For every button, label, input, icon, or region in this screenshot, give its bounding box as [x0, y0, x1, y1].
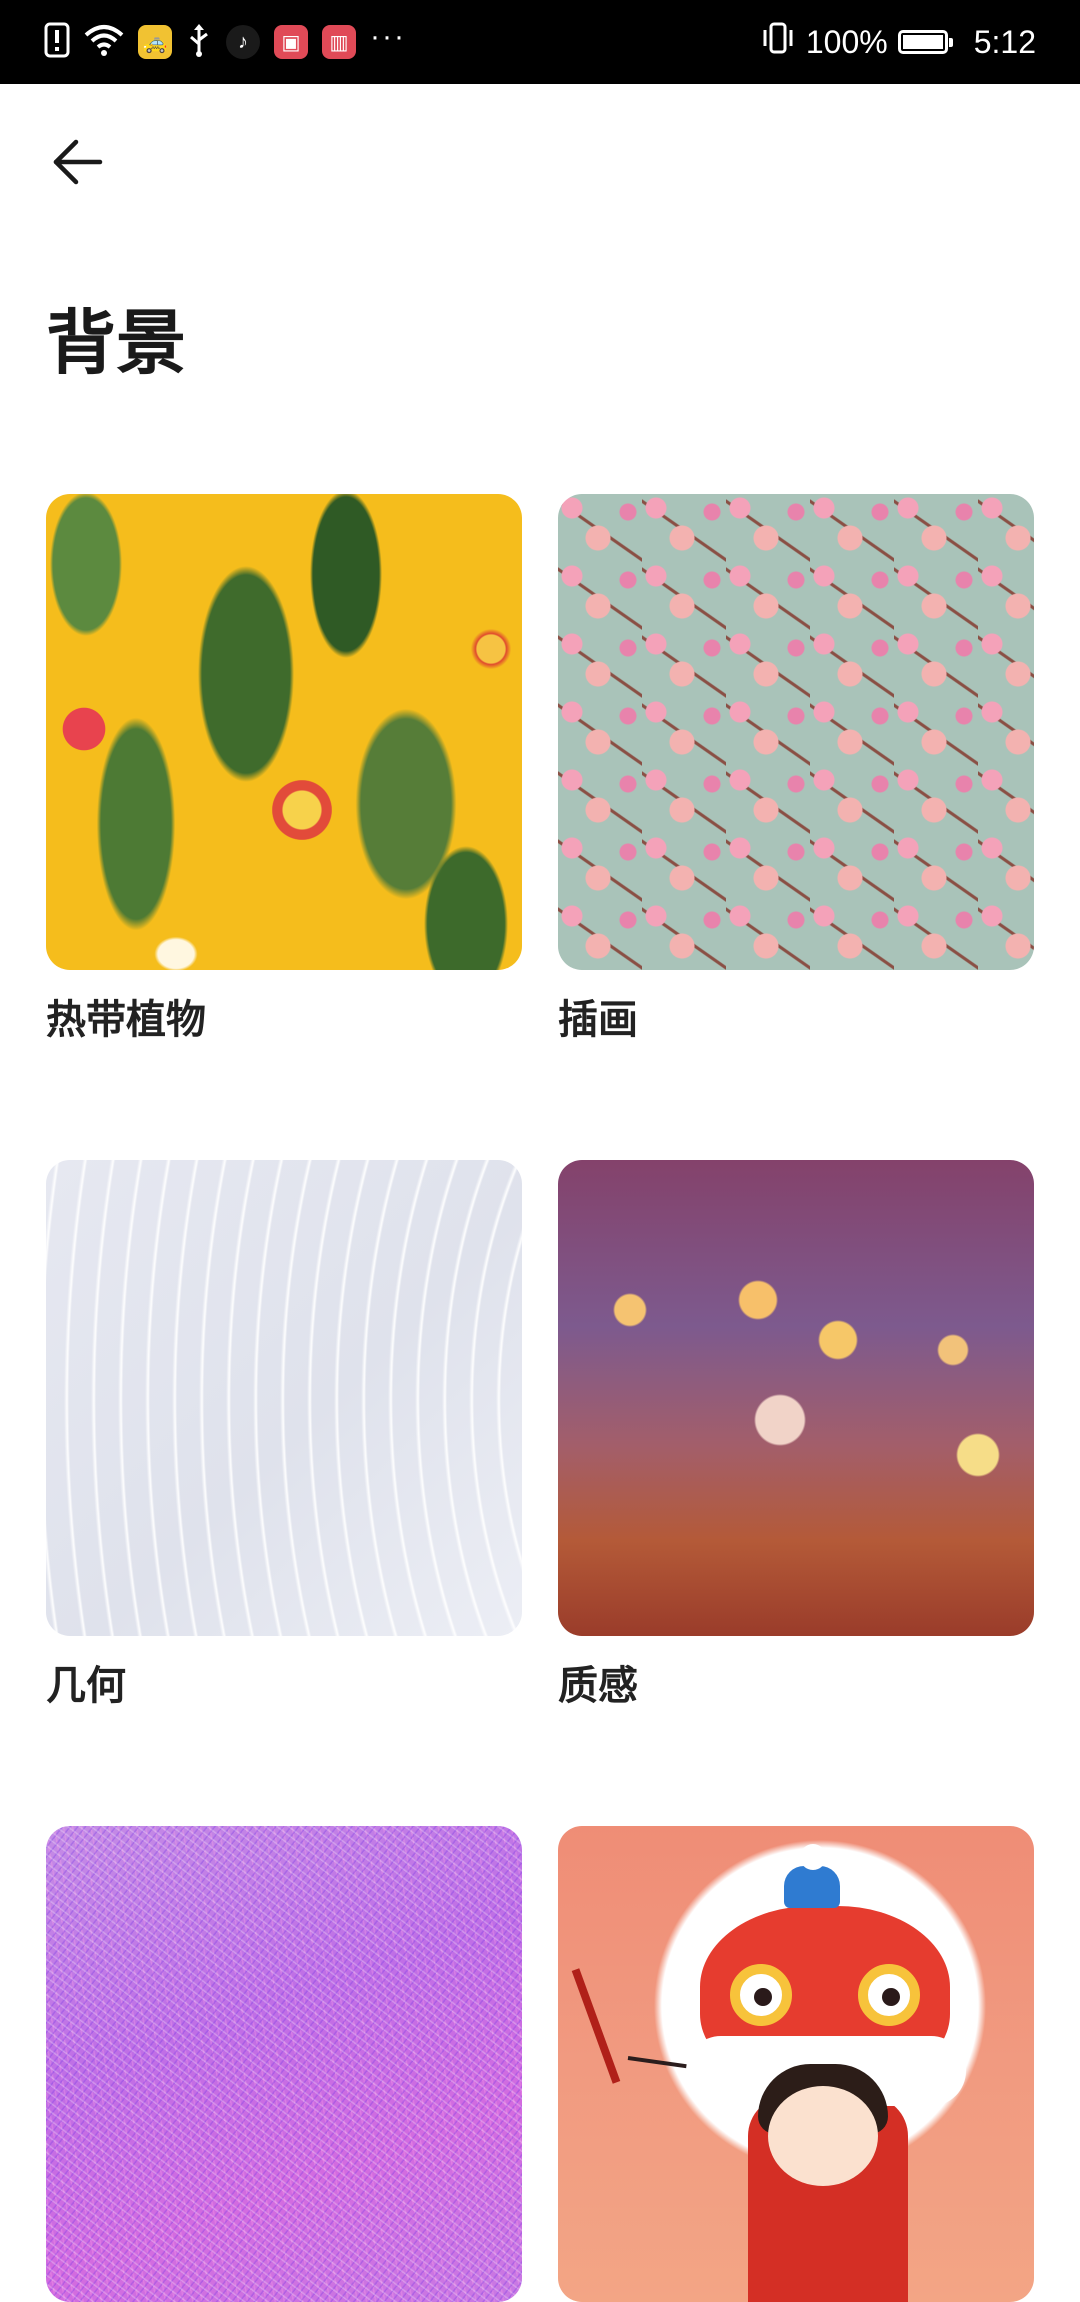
- page-title: 背景: [46, 302, 186, 384]
- category-card-geometry[interactable]: 几何: [46, 1160, 522, 1706]
- lion-hat-illustration: [784, 1866, 840, 1908]
- status-bar-notifications: 🚕 ♪ ▣ ▥ ···: [44, 20, 406, 64]
- lion-eye-illustration: [858, 1964, 920, 2026]
- category-thumbnail: [46, 1826, 522, 2302]
- alert-icon: [44, 22, 70, 63]
- lion-pompom-illustration: [800, 1844, 826, 1870]
- clock: 5:12: [973, 23, 1036, 60]
- vibrate-icon: [760, 20, 796, 64]
- firecracker-illustration: [571, 1968, 621, 2084]
- category-label: 几何: [46, 1663, 126, 1709]
- battery-icon: [897, 30, 953, 54]
- shopping-bag-icon: ▣: [274, 25, 308, 59]
- category-card-abstract[interactable]: [46, 1826, 522, 2302]
- category-thumbnail: [46, 494, 522, 970]
- usb-icon: [186, 22, 212, 63]
- taxi-app-icon: 🚕: [138, 25, 172, 59]
- category-thumbnail: [558, 494, 1034, 970]
- category-label: 质感: [558, 1663, 638, 1709]
- category-card-festival[interactable]: [558, 1826, 1034, 2302]
- category-label: 热带植物: [46, 997, 206, 1043]
- lion-eye-illustration: [730, 1964, 792, 2026]
- child-face-illustration: [768, 2086, 878, 2186]
- battery-percent: 100%: [805, 23, 888, 60]
- tiktok-icon: ♪: [226, 25, 260, 59]
- category-card-tropical-plants[interactable]: 热带植物: [46, 494, 522, 1040]
- status-bar-system: 100% 5:12: [760, 20, 1036, 64]
- wifi-icon: [84, 23, 124, 62]
- status-bar: 🚕 ♪ ▣ ▥ ··· 100% 5:12: [0, 0, 1080, 84]
- book-icon: ▥: [322, 25, 356, 59]
- category-thumbnail: [46, 1160, 522, 1636]
- category-card-illustration[interactable]: 插画: [558, 494, 1034, 1040]
- category-thumbnail: [558, 1160, 1034, 1636]
- category-thumbnail: [558, 1826, 1034, 2302]
- more-notifications-indicator: ···: [370, 20, 406, 53]
- arrow-left-icon: [50, 134, 106, 194]
- back-button[interactable]: [44, 130, 112, 198]
- category-card-texture[interactable]: 质感: [558, 1160, 1034, 1706]
- category-label: 插画: [558, 997, 638, 1043]
